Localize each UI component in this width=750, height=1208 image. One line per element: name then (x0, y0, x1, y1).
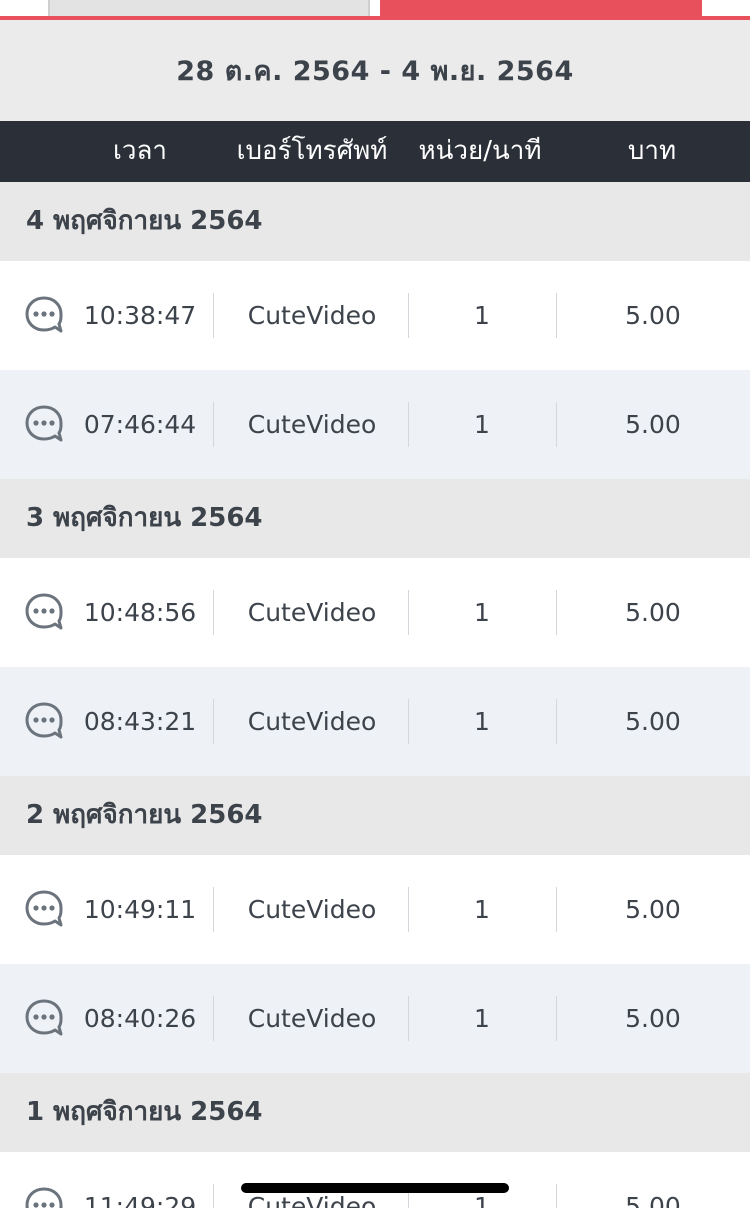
usage-list: 4 พฤศจิกายน 2564 10:38:47 CuteVideo 1 5.… (0, 182, 750, 1208)
row-time: 10:49:11 (83, 895, 197, 924)
day-header: 2 พฤศจิกายน 2564 (0, 776, 750, 855)
divider (408, 887, 409, 932)
message-bubble-icon (25, 1187, 63, 1208)
column-time: เวลา (112, 136, 168, 166)
row-unit: 1 (474, 895, 490, 924)
divider (408, 590, 409, 635)
divider (556, 996, 557, 1041)
row-baht: 5.00 (625, 598, 681, 627)
column-header: เวลา เบอร์โทรศัพท์ หน่วย/นาที บาท (0, 121, 750, 182)
message-bubble-icon (25, 890, 63, 927)
row-baht: 5.00 (625, 410, 681, 439)
row-unit: 1 (474, 1192, 490, 1208)
row-phone: CuteVideo (247, 410, 377, 439)
divider (556, 293, 557, 338)
divider (408, 996, 409, 1041)
row-unit: 1 (474, 707, 490, 736)
column-baht: บาท (627, 136, 677, 166)
message-bubble-icon (25, 702, 63, 739)
usage-history-page: 28 ต.ค. 2564 - 4 พ.ย. 2564 เวลา เบอร์โทร… (0, 0, 750, 1208)
divider (213, 293, 214, 338)
message-bubble-icon (25, 593, 63, 630)
date-range-label: 28 ต.ค. 2564 - 4 พ.ย. 2564 (176, 56, 574, 87)
usage-row[interactable]: 10:48:56 CuteVideo 1 5.00 (0, 558, 750, 667)
column-unit: หน่วย/นาที (418, 136, 542, 166)
row-time: 11:49:29 (83, 1192, 197, 1208)
message-bubble-icon (25, 999, 63, 1036)
usage-row[interactable]: 10:38:47 CuteVideo 1 5.00 (0, 261, 750, 370)
row-phone: CuteVideo (247, 1004, 377, 1033)
tab-bar (0, 0, 750, 20)
divider (556, 699, 557, 744)
divider (408, 699, 409, 744)
usage-row[interactable]: 07:46:44 CuteVideo 1 5.00 (0, 370, 750, 479)
tab-inactive[interactable] (48, 0, 370, 16)
divider (213, 402, 214, 447)
day-header: 1 พฤศจิกายน 2564 (0, 1073, 750, 1152)
row-phone: CuteVideo (247, 301, 377, 330)
row-baht: 5.00 (625, 895, 681, 924)
message-bubble-icon (25, 405, 63, 442)
divider (556, 887, 557, 932)
row-time: 10:48:56 (83, 598, 197, 627)
day-header: 4 พฤศจิกายน 2564 (0, 182, 750, 261)
row-baht: 5.00 (625, 1192, 681, 1208)
row-unit: 1 (474, 598, 490, 627)
divider (408, 293, 409, 338)
row-time: 08:43:21 (83, 707, 197, 736)
divider (213, 699, 214, 744)
row-unit: 1 (474, 301, 490, 330)
row-unit: 1 (474, 1004, 490, 1033)
day-header: 3 พฤศจิกายน 2564 (0, 479, 750, 558)
usage-row[interactable]: 11:49:29 CuteVideo 1 5.00 (0, 1152, 750, 1208)
divider (556, 590, 557, 635)
divider (213, 887, 214, 932)
column-phone: เบอร์โทรศัพท์ (236, 136, 388, 166)
date-range-bar: 28 ต.ค. 2564 - 4 พ.ย. 2564 (0, 20, 750, 121)
home-indicator[interactable] (241, 1183, 509, 1193)
usage-row[interactable]: 10:49:11 CuteVideo 1 5.00 (0, 855, 750, 964)
row-phone: CuteVideo (247, 598, 377, 627)
row-unit: 1 (474, 410, 490, 439)
divider (408, 402, 409, 447)
row-time: 10:38:47 (83, 301, 197, 330)
row-phone: CuteVideo (247, 707, 377, 736)
divider (213, 590, 214, 635)
row-phone: CuteVideo (247, 1192, 377, 1208)
divider (556, 1184, 557, 1208)
divider (213, 1184, 214, 1208)
message-bubble-icon (25, 296, 63, 333)
usage-row[interactable]: 08:43:21 CuteVideo 1 5.00 (0, 667, 750, 776)
row-baht: 5.00 (625, 1004, 681, 1033)
divider (213, 996, 214, 1041)
row-phone: CuteVideo (247, 895, 377, 924)
divider (556, 402, 557, 447)
row-baht: 5.00 (625, 301, 681, 330)
row-baht: 5.00 (625, 707, 681, 736)
row-time: 08:40:26 (83, 1004, 197, 1033)
row-time: 07:46:44 (83, 410, 197, 439)
usage-row[interactable]: 08:40:26 CuteVideo 1 5.00 (0, 964, 750, 1073)
